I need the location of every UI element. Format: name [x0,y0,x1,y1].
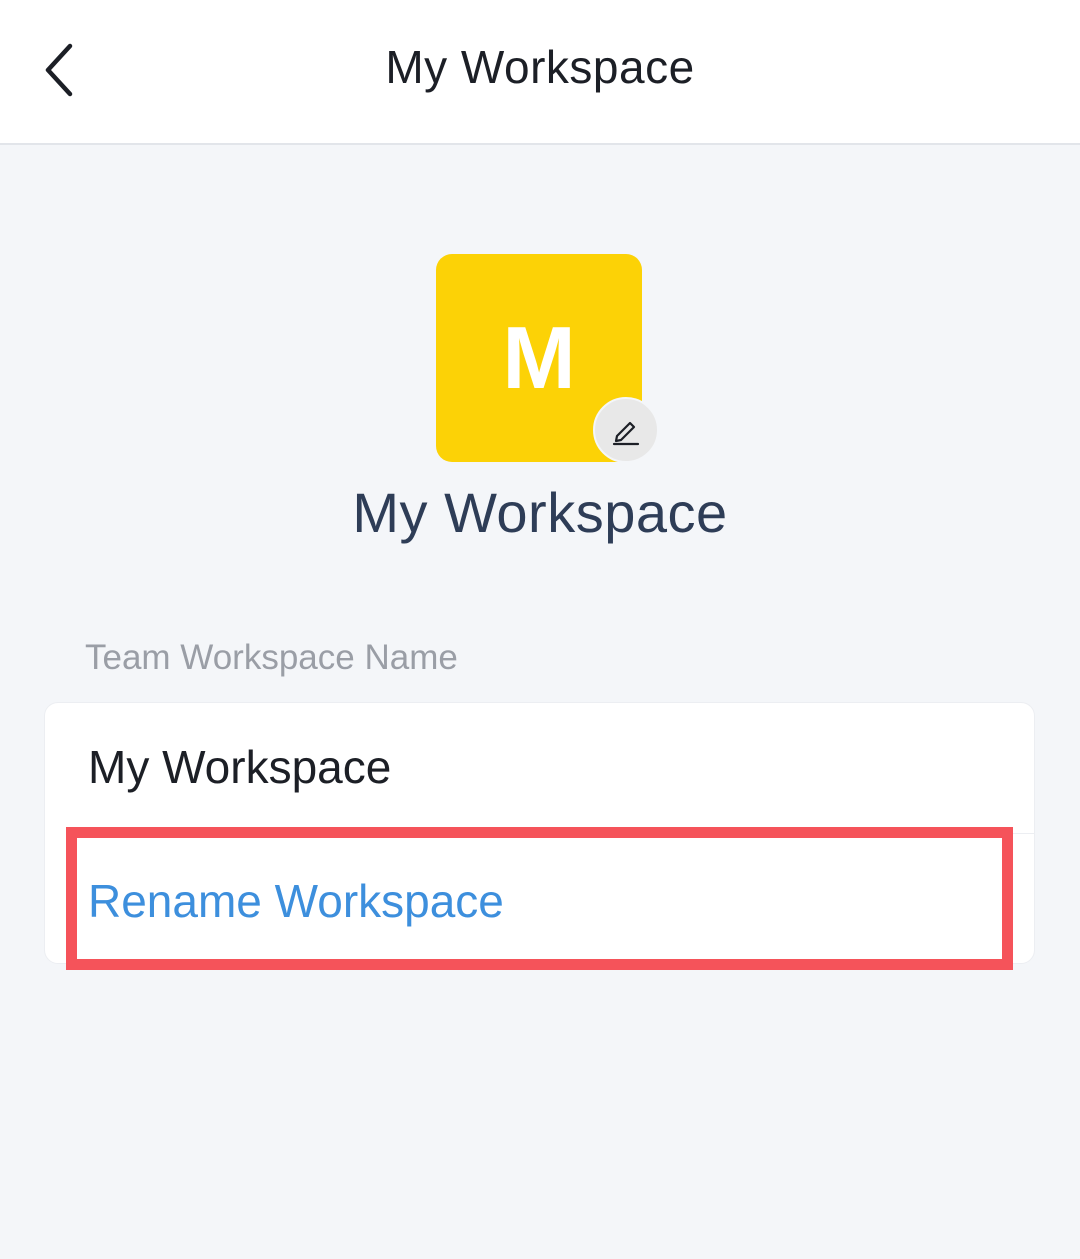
rename-workspace-label[interactable]: Rename Workspace [88,874,504,928]
workspace-name-label: Team Workspace Name [85,638,458,677]
workspace-name-heading: My Workspace [352,481,728,544]
top-bar: My Workspace [0,0,1080,145]
edit-avatar-button[interactable] [593,397,659,463]
pencil-icon [612,421,640,446]
workspace-name-value: My Workspace [88,741,392,793]
page-title: My Workspace [385,41,695,93]
avatar-letter: M [502,308,576,407]
